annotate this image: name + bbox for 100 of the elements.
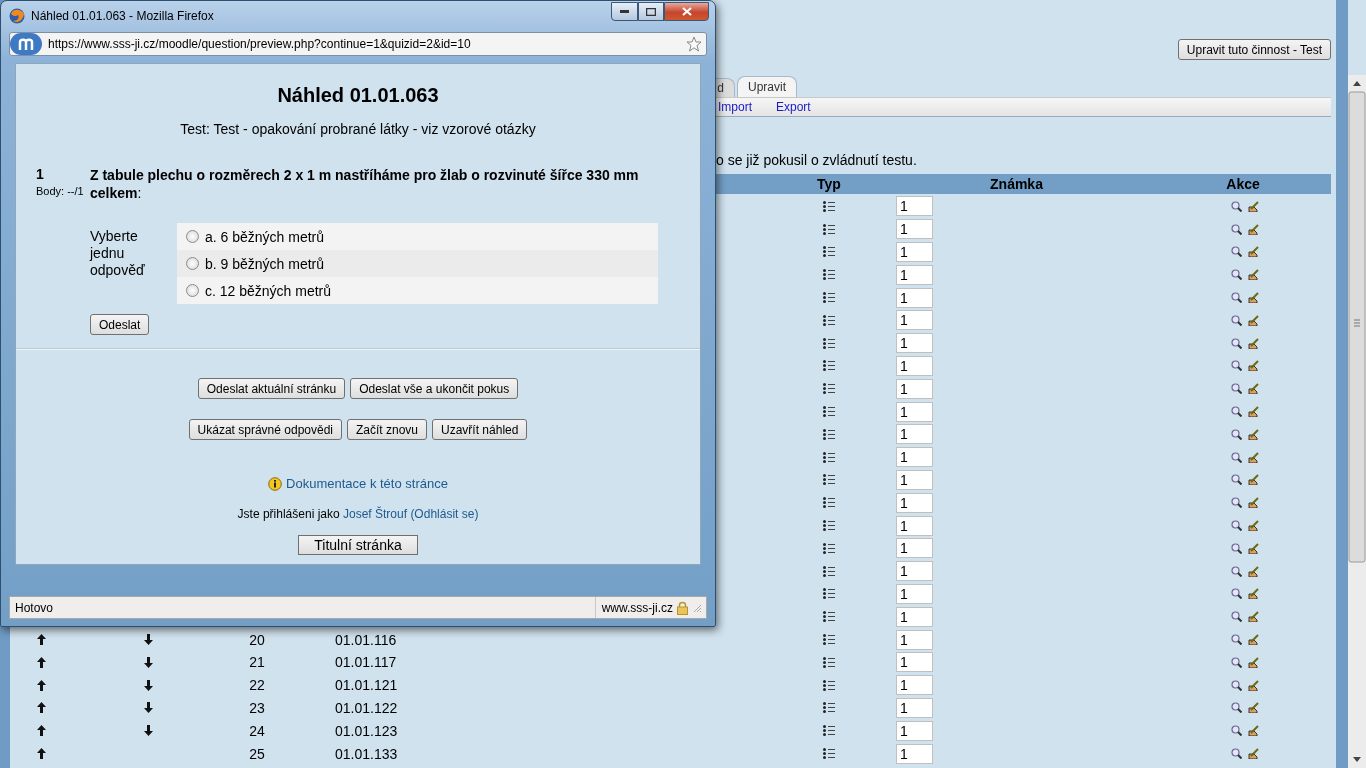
search-icon[interactable]: [1231, 451, 1242, 463]
search-icon[interactable]: [1231, 542, 1242, 554]
grade-field[interactable]: 1: [896, 424, 933, 445]
grade-field[interactable]: 1: [896, 538, 933, 559]
action-button[interactable]: Ukázat správné odpovědi: [188, 419, 342, 440]
edit-icon[interactable]: [1248, 292, 1259, 304]
grade-field[interactable]: 1: [896, 652, 933, 673]
edit-icon[interactable]: [1248, 725, 1259, 737]
edit-icon[interactable]: [1248, 588, 1259, 600]
bookmark-star-icon[interactable]: [686, 36, 702, 52]
search-icon[interactable]: [1231, 474, 1242, 486]
subtab-link[interactable]: Import: [718, 100, 752, 114]
grade-field[interactable]: 1: [896, 219, 933, 240]
edit-icon[interactable]: [1248, 656, 1259, 668]
edit-icon[interactable]: [1248, 634, 1259, 646]
search-icon[interactable]: [1231, 406, 1242, 418]
search-icon[interactable]: [1231, 748, 1242, 759]
grade-field[interactable]: 1: [896, 561, 933, 582]
edit-icon[interactable]: [1248, 269, 1259, 281]
search-icon[interactable]: [1231, 269, 1242, 281]
search-icon[interactable]: [1231, 565, 1242, 577]
up-arrow-icon[interactable]: [36, 679, 46, 691]
edit-icon[interactable]: [1248, 223, 1259, 235]
maximize-button[interactable]: [638, 2, 664, 21]
search-icon[interactable]: [1231, 200, 1242, 212]
search-icon[interactable]: [1231, 292, 1242, 304]
home-button[interactable]: Titulní stránka: [298, 535, 418, 555]
search-icon[interactable]: [1231, 588, 1242, 600]
action-button[interactable]: Uzavřít náhled: [432, 419, 528, 440]
edit-icon[interactable]: [1248, 200, 1259, 212]
edit-icon[interactable]: [1248, 246, 1259, 258]
address-field[interactable]: https://www.sss-ji.cz/moodle/question/preview.php?continue=1&quizid=2&id=10: [9, 32, 707, 56]
grade-field[interactable]: 1: [896, 720, 933, 741]
submit-button[interactable]: Odeslat: [90, 314, 150, 335]
edit-icon[interactable]: [1248, 337, 1259, 349]
grade-field[interactable]: 1: [896, 333, 933, 354]
grade-field[interactable]: 1: [896, 401, 933, 422]
action-button[interactable]: Odeslat aktuální stránku: [197, 378, 346, 399]
grade-field[interactable]: 1: [896, 606, 933, 627]
grade-field[interactable]: 1: [896, 196, 933, 217]
edit-icon[interactable]: [1248, 428, 1259, 440]
search-icon[interactable]: [1231, 702, 1242, 714]
grade-field[interactable]: 1: [896, 378, 933, 399]
down-arrow-icon[interactable]: [143, 634, 153, 646]
resize-grip-icon[interactable]: [692, 602, 702, 613]
subtab-link[interactable]: Export: [776, 100, 811, 114]
grade-field[interactable]: 1: [896, 515, 933, 536]
documentation-link[interactable]: Dokumentace k této stránce: [286, 476, 448, 491]
edit-icon[interactable]: [1248, 702, 1259, 714]
edit-icon[interactable]: [1248, 542, 1259, 554]
edit-icon[interactable]: [1248, 679, 1259, 691]
edit-icon[interactable]: [1248, 383, 1259, 395]
search-icon[interactable]: [1231, 360, 1242, 372]
grade-field[interactable]: 1: [896, 675, 933, 696]
search-icon[interactable]: [1231, 656, 1242, 668]
up-arrow-icon[interactable]: [36, 748, 46, 759]
grade-field[interactable]: 1: [896, 743, 933, 764]
search-icon[interactable]: [1231, 611, 1242, 623]
grade-field[interactable]: 1: [896, 469, 933, 490]
edit-icon[interactable]: [1248, 314, 1259, 326]
grade-field[interactable]: 1: [896, 310, 933, 331]
edit-icon[interactable]: [1248, 497, 1259, 509]
search-icon[interactable]: [1231, 497, 1242, 509]
minimize-button[interactable]: [611, 2, 638, 21]
answer-option[interactable]: a. 6 běžných metrů: [177, 223, 658, 250]
radio-button[interactable]: [186, 257, 199, 270]
edit-icon[interactable]: [1248, 748, 1259, 759]
grade-field[interactable]: 1: [896, 492, 933, 513]
grade-field[interactable]: 1: [896, 583, 933, 604]
action-button[interactable]: Začít znovu: [347, 419, 428, 440]
search-icon[interactable]: [1231, 246, 1242, 258]
edit-icon[interactable]: [1248, 474, 1259, 486]
up-arrow-icon[interactable]: [36, 702, 46, 714]
down-arrow-icon[interactable]: [143, 679, 153, 691]
logout-link[interactable]: (Odhlásit se): [410, 507, 479, 521]
grade-field[interactable]: 1: [896, 447, 933, 468]
up-arrow-icon[interactable]: [36, 725, 46, 737]
search-icon[interactable]: [1231, 634, 1242, 646]
edit-icon[interactable]: [1248, 565, 1259, 577]
close-button[interactable]: [664, 2, 709, 21]
radio-button[interactable]: [186, 284, 199, 297]
down-arrow-icon[interactable]: [143, 725, 153, 737]
search-icon[interactable]: [1231, 428, 1242, 440]
tab[interactable]: Upravit: [737, 76, 797, 97]
search-icon[interactable]: [1231, 314, 1242, 326]
user-link[interactable]: Josef Štrouf: [343, 507, 408, 521]
grade-field[interactable]: 1: [896, 697, 933, 718]
edit-icon[interactable]: [1248, 611, 1259, 623]
edit-icon[interactable]: [1248, 360, 1259, 372]
answer-option[interactable]: b. 9 běžných metrů: [177, 250, 658, 277]
edit-icon[interactable]: [1248, 406, 1259, 418]
search-icon[interactable]: [1231, 223, 1242, 235]
search-icon[interactable]: [1231, 520, 1242, 532]
answer-option[interactable]: c. 12 běžných metrů: [177, 277, 658, 304]
grade-field[interactable]: 1: [896, 264, 933, 285]
down-arrow-icon[interactable]: [143, 702, 153, 714]
down-arrow-icon[interactable]: [143, 656, 153, 668]
grade-field[interactable]: 1: [896, 242, 933, 262]
search-icon[interactable]: [1231, 679, 1242, 691]
action-button[interactable]: Odeslat vše a ukončit pokus: [350, 378, 519, 399]
